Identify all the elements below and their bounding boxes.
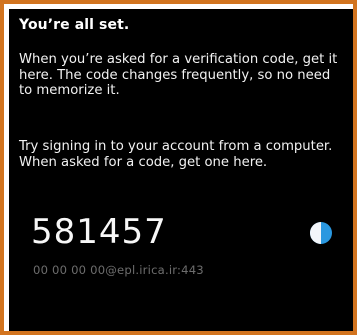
countdown-pie-icon xyxy=(310,222,332,244)
screenshot-frame: You’re all set. When you’re asked for a … xyxy=(0,0,357,335)
sign-in-instructions: Try signing in to your account from a co… xyxy=(19,139,333,170)
account-name: 00 00 00 00@epl.irica.ir:443 xyxy=(33,263,204,277)
countdown-elapsed-segment xyxy=(310,222,321,244)
setup-complete-title: You’re all set. xyxy=(19,17,130,33)
verification-code[interactable]: 581457 xyxy=(31,212,167,252)
authenticator-screen: You’re all set. When you’re asked for a … xyxy=(9,9,353,331)
verification-instructions: When you’re asked for a verification cod… xyxy=(19,52,338,98)
